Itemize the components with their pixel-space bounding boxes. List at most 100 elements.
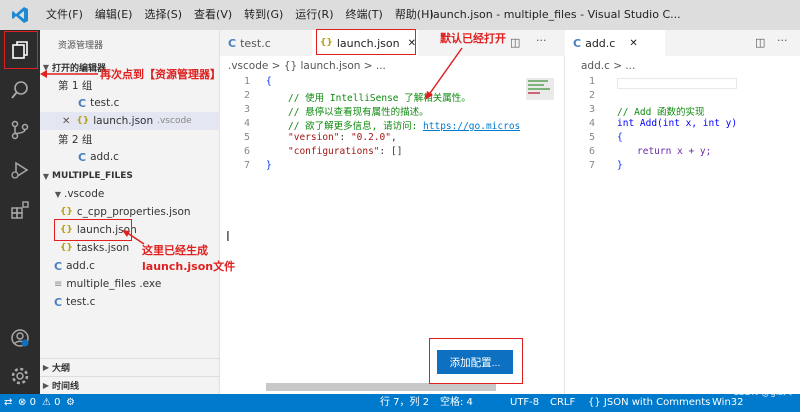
indentation-setting[interactable]: 空格: 4 (440, 394, 473, 412)
tab-test-c[interactable]: C test.c (220, 30, 312, 56)
split-editor-icon[interactable]: ◫ (510, 36, 520, 49)
code-line: int Add(int x, int y) (617, 118, 738, 129)
file-exe[interactable]: ≡ multiple_files .exe (40, 275, 220, 293)
line-number: 7 (243, 160, 250, 171)
status-bar: ⇄ ⊗ 0 ⚠ 0 ⚙ 行 7，列 2 空格: 4 UTF-8 CRLF {} … (0, 394, 800, 412)
extensions-icon[interactable] (0, 190, 40, 230)
json-file-icon: {} (60, 243, 73, 253)
comment-text: // 欲了解更多信息, 请访问: (288, 121, 424, 132)
c-file-icon: C (573, 36, 582, 50)
open-editor-add-c[interactable]: C add.c (40, 148, 220, 166)
cursor-position[interactable]: 行 7，列 2 (380, 394, 429, 412)
binary-file-icon: ≡ (54, 278, 63, 290)
more-actions-icon[interactable]: ··· (536, 34, 547, 47)
settings-gear-icon[interactable] (0, 356, 40, 396)
menu-selection[interactable]: 选择(S) (138, 0, 188, 30)
file-label: add.c (90, 151, 119, 163)
chevron-right-icon: ▶ (42, 363, 50, 372)
menu-view[interactable]: 查看(V) (188, 0, 238, 30)
text-cursor-icon: I (226, 230, 230, 245)
more-actions-icon[interactable]: ··· (777, 34, 788, 47)
line-number: 6 (588, 146, 595, 157)
c-file-icon: C (54, 259, 63, 273)
json-key: "configurations" (288, 146, 380, 157)
menu-edit[interactable]: 编辑(E) (89, 0, 139, 30)
close-icon[interactable]: ✕ (62, 116, 70, 127)
run-debug-icon[interactable] (0, 150, 40, 190)
group-2-label: 第 2 组 (58, 133, 93, 146)
code-line: "version": "0.2.0", (288, 132, 397, 143)
breadcrumb[interactable]: .vscode > {} launch.json > ... (228, 56, 386, 76)
file-label: launch.json (93, 115, 154, 127)
editor-group-2: C add.c ✕ ◫ ··· add.c > ... 1 2 3 4 5 6 … (565, 30, 800, 394)
folder-section[interactable]: ▼ MULTIPLE_FILES (40, 167, 220, 185)
code-line: return x + y; (637, 146, 712, 157)
activity-bar (0, 30, 40, 394)
line-number: 3 (243, 104, 250, 115)
search-icon[interactable] (0, 70, 40, 110)
line-number: 2 (588, 90, 595, 101)
code-line: // 悬停以查看现有属性的描述。 (288, 107, 429, 118)
remote-indicator-icon[interactable]: ⇄ (4, 394, 12, 412)
breadcrumb[interactable]: add.c > ... (581, 56, 635, 76)
annotation-generated-note-2: launch.json文件 (142, 260, 236, 273)
json-file-icon: {} (60, 207, 73, 217)
file-label: multiple_files .exe (66, 278, 162, 290)
timeline-title: 时间线 (52, 382, 80, 392)
watermark: CSDN @gis人 (732, 388, 792, 398)
menu-terminal[interactable]: 终端(T) (340, 0, 389, 30)
tab-bar-2: C add.c ✕ ◫ ··· (565, 30, 800, 56)
docs-link[interactable]: https://go.microso (423, 121, 520, 132)
line-number: 5 (588, 132, 595, 143)
json-value: [] (390, 146, 403, 157)
outline-section[interactable]: ▶ 大纲 (40, 358, 220, 376)
c-file-icon: C (78, 150, 87, 164)
tab-add-c[interactable]: C add.c ✕ (565, 30, 665, 56)
source-control-icon[interactable] (0, 110, 40, 150)
vscode-logo-icon (0, 0, 40, 30)
line-number: 4 (243, 118, 250, 129)
annotation-box-launch-tab (316, 29, 416, 55)
annotation-box-add-config (429, 338, 523, 384)
encoding-setting[interactable]: UTF-8 (510, 394, 539, 412)
code-line: { (266, 76, 272, 87)
debug-launch-icon[interactable]: ⚙ (66, 394, 75, 412)
folder-vscode[interactable]: ▼ .vscode (40, 185, 220, 203)
menu-file[interactable]: 文件(F) (40, 0, 89, 30)
open-editor-test-c[interactable]: C test.c (40, 94, 220, 112)
tab-label: test.c (240, 36, 271, 50)
line-number: 3 (588, 104, 595, 115)
eol-setting[interactable]: CRLF (550, 394, 575, 412)
line-number: 2 (243, 90, 250, 101)
annotation-explorer-note: 再次点到【资源管理器】 (100, 68, 221, 81)
json-file-icon: {} (76, 116, 90, 126)
menu-go[interactable]: 转到(G) (238, 0, 289, 30)
tab-label: add.c (585, 36, 616, 50)
chevron-down-icon: ▼ (54, 189, 62, 199)
account-icon[interactable] (0, 318, 40, 358)
language-mode[interactable]: {} JSON with Comments (588, 394, 710, 412)
open-editors-group-2[interactable]: 第 2 组 (40, 130, 220, 148)
menu-run[interactable]: 运行(R) (289, 0, 339, 30)
warning-count: 0 (54, 397, 61, 408)
c-file-icon: C (228, 36, 237, 50)
file-dir: .vscode (157, 116, 192, 126)
close-icon[interactable]: ✕ (629, 38, 637, 49)
folder-label: .vscode (64, 188, 105, 200)
errors-indicator[interactable]: ⊗ 0 (18, 394, 36, 412)
line-number: 1 (243, 76, 250, 87)
minimap[interactable] (526, 76, 558, 376)
file-label: c_cpp_properties.json (76, 206, 191, 218)
file-test-c[interactable]: C test.c (40, 293, 220, 311)
line-number: 1 (588, 76, 595, 87)
timeline-section[interactable]: ▶ 时间线 (40, 376, 220, 394)
annotation-arrow-explorer (40, 70, 98, 78)
horizontal-scrollbar[interactable] (266, 383, 496, 391)
code-line: } (617, 160, 623, 171)
file-label: test.c (66, 296, 96, 308)
open-editor-launch-json[interactable]: ✕ {} launch.json .vscode (40, 112, 220, 130)
warnings-indicator[interactable]: ⚠ 0 (42, 394, 61, 412)
chevron-down-icon: ▼ (42, 171, 50, 181)
json-key: "version" (288, 132, 340, 143)
split-editor-icon[interactable]: ◫ (755, 36, 765, 49)
